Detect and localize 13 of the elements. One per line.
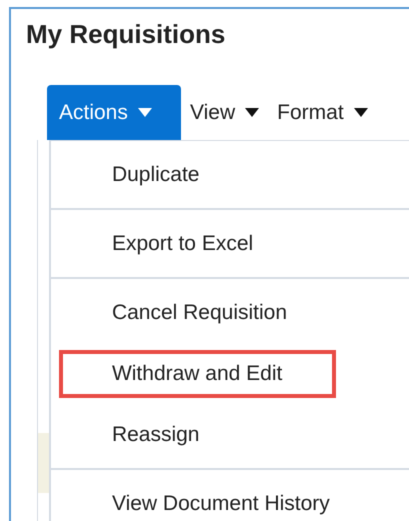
caret-icon: [245, 108, 260, 117]
toolbar-menu-button[interactable]: Format: [268, 85, 377, 140]
menu-item[interactable]: Reassign: [58, 410, 254, 458]
panel-title: My Requisitions: [25, 18, 226, 50]
menu-item[interactable]: Withdraw and Edit: [58, 350, 336, 398]
menu-item[interactable]: Cancel Requisition: [58, 288, 342, 336]
caret-icon: [138, 108, 152, 117]
toolbar-menu-button[interactable]: Actions: [47, 85, 181, 140]
toolbar-menu-button[interactable]: View: [181, 85, 268, 140]
menu-item[interactable]: Export to Excel: [58, 220, 308, 268]
menu-item[interactable]: Duplicate: [58, 150, 254, 198]
menu-item[interactable]: View Document History: [58, 480, 384, 521]
caret-icon: [354, 108, 368, 117]
